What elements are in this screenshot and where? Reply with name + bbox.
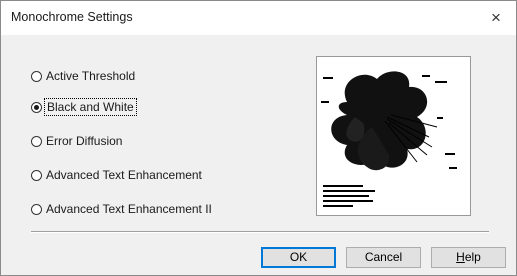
option-label: Active Threshold <box>46 69 136 83</box>
help-label-rest: elp <box>464 250 481 264</box>
ok-button[interactable]: OK <box>261 247 336 268</box>
option-label: Advanced Text Enhancement II <box>46 202 212 216</box>
title-bar: Monochrome Settings × <box>1 1 516 35</box>
dialog-title: Monochrome Settings <box>11 10 133 24</box>
help-button[interactable]: Help <box>431 247 506 268</box>
preview-image <box>316 56 471 216</box>
option-label: Error Diffusion <box>46 134 123 148</box>
radio-active-threshold[interactable] <box>31 70 42 82</box>
help-accelerator: H <box>456 250 465 264</box>
cancel-button[interactable]: Cancel <box>346 247 421 268</box>
option-label: Advanced Text Enhancement <box>46 168 202 182</box>
radio-advanced-text-enhancement[interactable] <box>31 169 42 181</box>
divider <box>31 231 489 233</box>
close-icon[interactable]: × <box>476 1 516 35</box>
radio-error-diffusion[interactable] <box>31 135 42 147</box>
option-error-diffusion[interactable]: Error Diffusion <box>31 131 122 151</box>
option-black-and-white[interactable]: Black and White <box>31 97 137 117</box>
option-advanced-text-enhancement-ii[interactable]: Advanced Text Enhancement II <box>31 199 212 219</box>
option-label: Black and White <box>44 98 137 116</box>
option-active-threshold[interactable]: Active Threshold <box>31 66 135 86</box>
radio-black-and-white[interactable] <box>31 101 42 113</box>
option-advanced-text-enhancement[interactable]: Advanced Text Enhancement <box>31 165 202 185</box>
monochrome-settings-dialog: Monochrome Settings × Active Threshold B… <box>0 0 517 276</box>
radio-advanced-text-enhancement-ii[interactable] <box>31 203 42 215</box>
flower-sample-image <box>317 57 470 215</box>
